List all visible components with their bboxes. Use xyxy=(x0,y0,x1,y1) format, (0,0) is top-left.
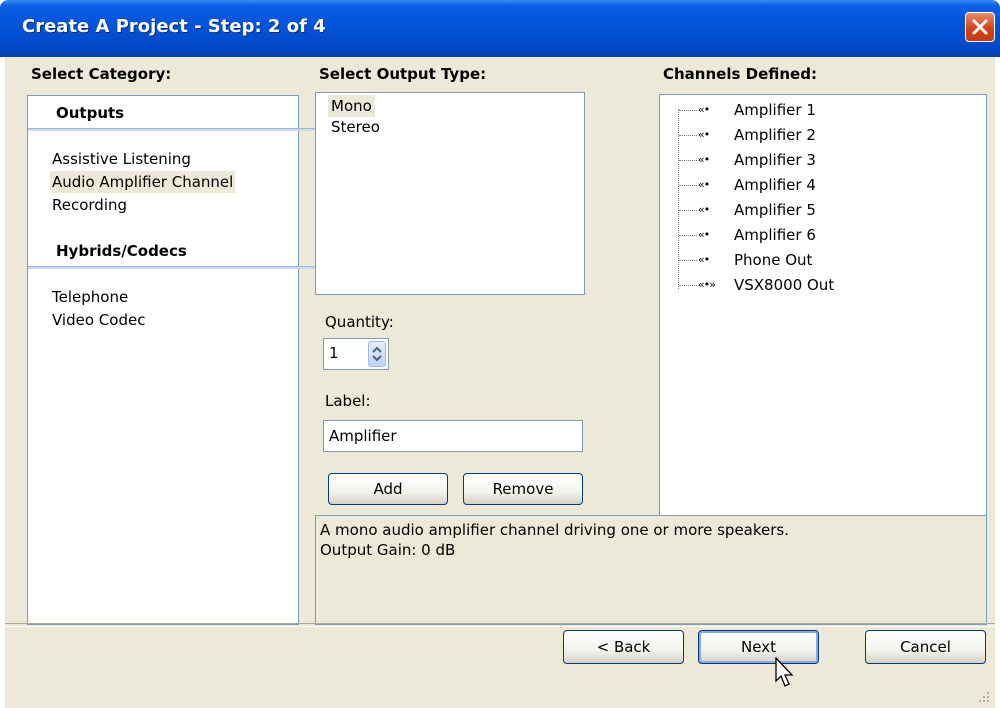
resize-grip-icon[interactable] xyxy=(977,690,991,704)
quantity-stepper[interactable]: 1 xyxy=(323,338,389,370)
mono-output-icon: «• xyxy=(698,153,710,166)
channel-label: Amplifier 5 xyxy=(734,201,816,219)
quantity-label: Quantity: xyxy=(325,313,394,331)
group-divider xyxy=(28,266,324,269)
remove-button[interactable]: Remove xyxy=(463,473,583,505)
footer-separator xyxy=(5,623,995,627)
mono-output-icon: «• xyxy=(698,203,710,216)
add-button[interactable]: Add xyxy=(328,473,448,505)
mono-output-icon: «• xyxy=(698,178,710,191)
channel-item[interactable]: «• Amplifier 5 xyxy=(660,198,980,222)
tree-connector xyxy=(679,285,697,286)
stereo-output-icon: «•» xyxy=(698,278,716,291)
quantity-value: 1 xyxy=(329,344,339,362)
category-item-assistive-listening[interactable]: Assistive Listening xyxy=(50,148,193,170)
description-line-1: A mono audio amplifier channel driving o… xyxy=(320,521,789,539)
channel-item[interactable]: «• Amplifier 6 xyxy=(660,223,980,247)
tree-connector xyxy=(679,260,697,261)
channel-item[interactable]: «• Amplifier 4 xyxy=(660,173,980,197)
output-type-stereo[interactable]: Stereo xyxy=(328,116,383,138)
category-item-telephone[interactable]: Telephone xyxy=(50,286,130,308)
back-button[interactable]: < Back xyxy=(563,630,684,664)
mouse-cursor-icon xyxy=(775,657,794,687)
create-project-dialog: Create A Project - Step: 2 of 4 Select C… xyxy=(0,0,1000,708)
label-input[interactable]: Amplifier xyxy=(323,420,583,452)
channel-label: Amplifier 4 xyxy=(734,176,816,194)
channels-tree[interactable]: «• Amplifier 1 «• Amplifier 2 «• Amplifier 3 «… xyxy=(659,94,987,541)
channel-label: Amplifier 2 xyxy=(734,126,816,144)
channel-label: Amplifier 6 xyxy=(734,226,816,244)
output-type-list[interactable]: Mono Stereo xyxy=(315,92,585,295)
channel-label: VSX8000 Out xyxy=(734,276,835,294)
tree-connector xyxy=(679,235,697,236)
channel-label: Amplifier 1 xyxy=(734,101,816,119)
tree-connector xyxy=(679,160,697,161)
mono-output-icon: «• xyxy=(698,128,710,141)
tree-connector xyxy=(679,135,697,136)
description-box: A mono audio amplifier channel driving o… xyxy=(315,515,987,625)
channel-label: Amplifier 3 xyxy=(734,151,816,169)
category-group-hybrids-codecs: Hybrids/Codecs xyxy=(56,242,187,260)
description-line-2: Output Gain: 0 dB xyxy=(320,541,456,559)
select-category-heading: Select Category: xyxy=(31,65,172,83)
label-field-label: Label: xyxy=(325,392,371,410)
title-bar[interactable]: Create A Project - Step: 2 of 4 xyxy=(0,0,1000,57)
mono-output-icon: «• xyxy=(698,228,710,241)
close-icon xyxy=(972,19,988,35)
output-type-mono[interactable]: Mono xyxy=(328,95,375,117)
group-divider xyxy=(28,128,324,131)
category-group-outputs: Outputs xyxy=(56,104,125,122)
channel-item[interactable]: «• Amplifier 2 xyxy=(660,123,980,147)
channel-item[interactable]: «•» VSX8000 Out xyxy=(660,273,980,297)
next-button[interactable]: Next xyxy=(698,630,819,664)
channel-item[interactable]: «• Phone Out xyxy=(660,248,980,272)
category-item-video-codec[interactable]: Video Codec xyxy=(50,309,147,331)
category-list[interactable]: Outputs Assistive Listening Audio Amplif… xyxy=(27,95,324,625)
channel-item[interactable]: «• Amplifier 1 xyxy=(660,98,980,122)
tree-connector xyxy=(679,185,697,186)
select-output-type-heading: Select Output Type: xyxy=(319,65,487,83)
dialog-body: Select Category: Outputs Assistive Liste… xyxy=(5,57,995,708)
close-button[interactable] xyxy=(965,12,995,42)
category-item-audio-amplifier-channel[interactable]: Audio Amplifier Channel xyxy=(50,171,236,193)
tree-connector xyxy=(679,210,697,211)
mono-output-icon: «• xyxy=(698,253,710,266)
window-title: Create A Project - Step: 2 of 4 xyxy=(22,16,326,37)
tree-connector xyxy=(679,110,697,111)
cancel-button[interactable]: Cancel xyxy=(865,630,986,664)
next-button-label: Next xyxy=(741,638,776,656)
up-down-arrows-icon xyxy=(372,346,382,362)
channel-item[interactable]: «• Amplifier 3 xyxy=(660,148,980,172)
channels-defined-heading: Channels Defined: xyxy=(663,65,817,83)
category-item-recording[interactable]: Recording xyxy=(50,194,129,216)
mono-output-icon: «• xyxy=(698,103,710,116)
spin-button[interactable] xyxy=(368,341,386,367)
channel-label: Phone Out xyxy=(734,251,813,269)
